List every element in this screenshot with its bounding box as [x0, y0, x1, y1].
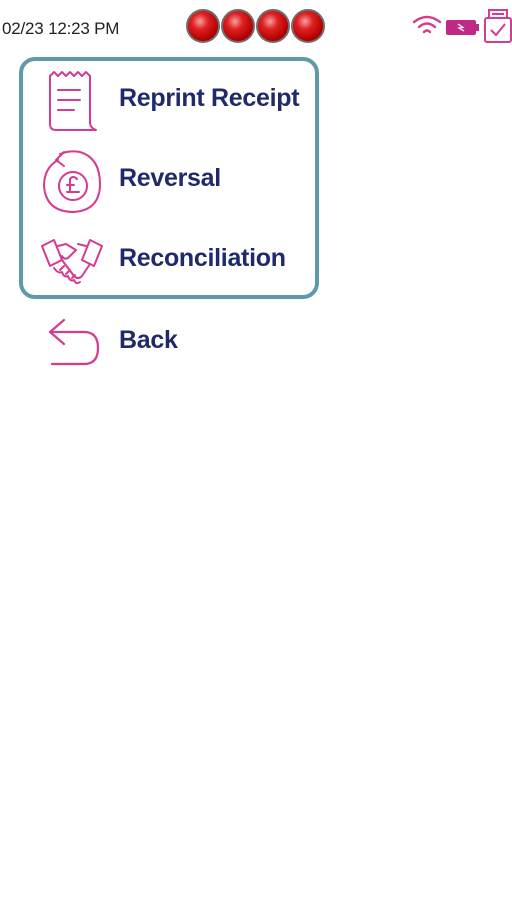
battery-icon [446, 20, 479, 35]
led-indicator-1 [186, 9, 220, 43]
menu-item-label: Reprint Receipt [119, 84, 300, 112]
menu-item-label: Reconciliation [119, 244, 286, 272]
menu-item-label: Reversal [119, 164, 221, 192]
menu-item-reversal[interactable]: Reversal [40, 150, 320, 220]
handshake-icon [40, 230, 104, 294]
datetime: 02/23 12:23 PM [2, 19, 120, 38]
status-leds [186, 9, 326, 45]
led-indicator-2 [221, 9, 255, 43]
led-indicator-4 [291, 9, 325, 43]
led-indicator-3 [256, 9, 290, 43]
wifi-icon [412, 15, 442, 34]
back-arrow-icon [40, 312, 104, 376]
pound-reversal-icon [40, 150, 104, 214]
menu-item-reprint-receipt[interactable]: Reprint Receipt [40, 70, 320, 140]
status-bar: 02/23 12:23 PM [0, 0, 512, 56]
status-icons [412, 8, 512, 44]
menu-item-reconciliation[interactable]: Reconciliation [40, 230, 320, 300]
back-button[interactable]: Back [40, 312, 320, 382]
receipt-icon [40, 70, 104, 134]
receipt-printer-icon [484, 9, 512, 43]
back-label: Back [119, 326, 178, 354]
